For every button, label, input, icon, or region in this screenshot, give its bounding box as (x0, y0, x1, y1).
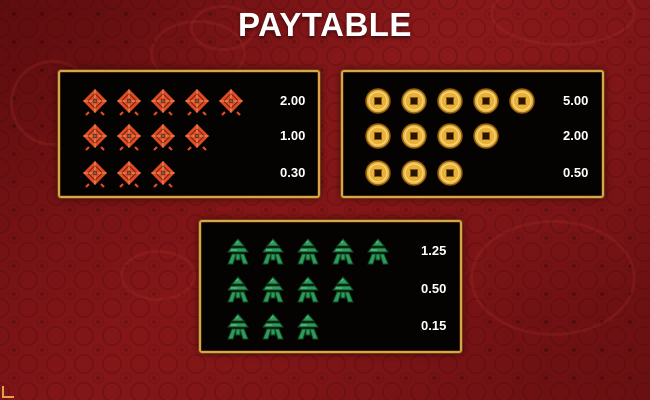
jade-icon (328, 274, 358, 304)
coin-icon (399, 86, 429, 116)
paytable-row: 2.00 (343, 121, 602, 151)
knot-icon (80, 158, 110, 188)
payout-value: 0.50 (563, 165, 589, 180)
knot-icon (182, 86, 212, 116)
paytable-row: 1.00 (60, 121, 318, 151)
coin-icon (363, 158, 393, 188)
knot-icon (80, 121, 110, 151)
knot-icon (182, 121, 212, 151)
jade-icon (293, 236, 323, 266)
coin-icon (471, 86, 501, 116)
knot-icon (114, 86, 144, 116)
paytable-panel-jade: 1.25 0.50 0.15 (199, 220, 462, 353)
jade-icon (363, 236, 393, 266)
cloud-ornament (470, 220, 636, 336)
payout-value: 1.25 (421, 243, 447, 258)
paytable-row: 0.15 (201, 311, 460, 341)
knot-icon (148, 121, 178, 151)
corner-ornament (2, 386, 14, 398)
payout-value: 5.00 (563, 93, 589, 108)
coin-icon (471, 121, 501, 151)
jade-icon (223, 274, 253, 304)
payout-value: 2.00 (280, 93, 306, 108)
coin-icon (363, 121, 393, 151)
paytable-row: 0.50 (343, 158, 602, 188)
paytable-panel-coin: 5.00 2.00 0.50 (341, 70, 604, 198)
page-title: PAYTABLE (238, 6, 412, 43)
payout-value: 0.15 (421, 318, 447, 333)
coin-icon (399, 121, 429, 151)
paytable-panel-knot: 2.00 1.00 0.30 (58, 70, 320, 198)
knot-icon (148, 158, 178, 188)
knot-icon (114, 121, 144, 151)
coin-icon (435, 121, 465, 151)
payout-value: 2.00 (563, 128, 589, 143)
jade-icon (258, 311, 288, 341)
paytable-row: 1.25 (201, 236, 460, 266)
payout-value: 1.00 (280, 128, 306, 143)
paytable-row: 0.50 (201, 274, 460, 304)
jade-icon (223, 311, 253, 341)
paytable-row: 0.30 (60, 158, 318, 188)
coin-icon (363, 86, 393, 116)
knot-icon (80, 86, 110, 116)
knot-icon (216, 86, 246, 116)
jade-icon (223, 236, 253, 266)
payout-value: 0.30 (280, 165, 306, 180)
coin-icon (435, 158, 465, 188)
jade-icon (293, 311, 323, 341)
paytable-row: 2.00 (60, 86, 318, 116)
jade-icon (293, 274, 323, 304)
knot-icon (148, 86, 178, 116)
cloud-ornament (120, 250, 196, 301)
jade-icon (328, 236, 358, 266)
paytable-row: 5.00 (343, 86, 602, 116)
jade-icon (258, 274, 288, 304)
payout-value: 0.50 (421, 281, 447, 296)
knot-icon (114, 158, 144, 188)
coin-icon (435, 86, 465, 116)
coin-icon (399, 158, 429, 188)
jade-icon (258, 236, 288, 266)
coin-icon (507, 86, 537, 116)
